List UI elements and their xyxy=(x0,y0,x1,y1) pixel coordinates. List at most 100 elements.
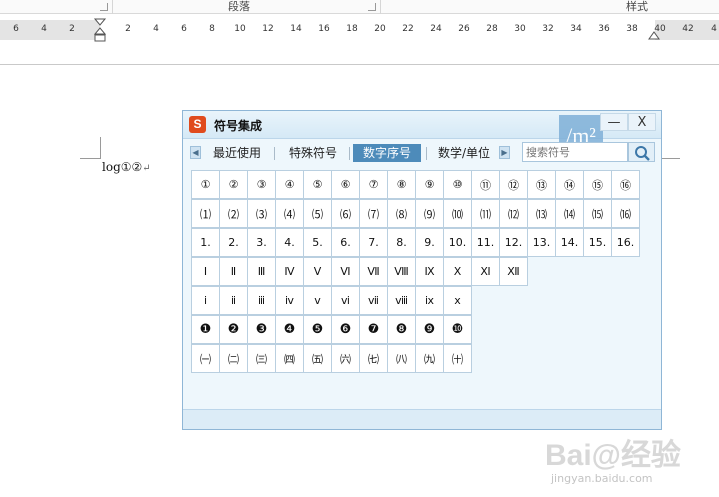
symbol-cell[interactable]: ㈣ xyxy=(275,344,304,373)
symbol-cell[interactable]: ④ xyxy=(275,170,304,199)
symbol-cell[interactable]: ㈦ xyxy=(359,344,388,373)
symbol-cell[interactable]: 2. xyxy=(219,228,248,257)
symbol-cell[interactable]: ㈤ xyxy=(303,344,332,373)
symbol-cell[interactable]: ㈩ xyxy=(443,344,472,373)
symbol-search-input[interactable] xyxy=(522,142,628,162)
document-text[interactable]: log①②↵ xyxy=(102,160,151,174)
symbol-cell[interactable]: ㈥ xyxy=(331,344,360,373)
symbol-cell[interactable]: ❶ xyxy=(191,315,220,344)
symbol-cell[interactable]: ⑿ xyxy=(499,199,528,228)
symbol-cell[interactable]: 7. xyxy=(359,228,388,257)
symbol-cell[interactable]: ⅵ xyxy=(331,286,360,315)
symbol-cell[interactable]: ❺ xyxy=(303,315,332,344)
symbol-cell[interactable]: ⒁ xyxy=(555,199,584,228)
symbol-cell[interactable]: ⅴ xyxy=(303,286,332,315)
symbol-cell[interactable]: Ⅵ xyxy=(331,257,360,286)
symbol-cell[interactable]: ⒂ xyxy=(583,199,612,228)
close-button[interactable]: X xyxy=(628,113,656,131)
font-group-launcher-icon[interactable] xyxy=(100,3,108,11)
symbol-cell[interactable]: ⅲ xyxy=(247,286,276,315)
symbol-cell[interactable]: ㈡ xyxy=(219,344,248,373)
symbol-cell[interactable]: 8. xyxy=(387,228,416,257)
symbol-cell[interactable]: Ⅷ xyxy=(387,257,416,286)
symbol-cell[interactable]: ① xyxy=(191,170,220,199)
symbol-cell[interactable]: ⒃ xyxy=(611,199,640,228)
symbol-cell[interactable]: ⅰ xyxy=(191,286,220,315)
symbol-cell[interactable]: 15. xyxy=(583,228,612,257)
symbol-cell[interactable]: Ⅰ xyxy=(191,257,220,286)
symbol-cell[interactable]: ❾ xyxy=(415,315,444,344)
symbol-cell[interactable]: ㈢ xyxy=(247,344,276,373)
dialog-titlebar[interactable]: S 符号集成 /m² — X xyxy=(183,111,661,157)
symbol-cell[interactable]: ⅳ xyxy=(275,286,304,315)
indent-marker-icon[interactable] xyxy=(94,18,106,44)
symbol-cell[interactable]: ⑩ xyxy=(443,170,472,199)
symbol-cell[interactable]: 16. xyxy=(611,228,640,257)
symbol-cell[interactable]: ⑭ xyxy=(555,170,584,199)
symbol-cell[interactable]: ⑶ xyxy=(247,199,276,228)
tab-special-symbols[interactable]: 特殊符号 xyxy=(281,144,345,162)
symbol-cell[interactable]: ⑻ xyxy=(387,199,416,228)
symbol-cell[interactable]: 10. xyxy=(443,228,472,257)
symbol-cell[interactable]: ⑸ xyxy=(303,199,332,228)
symbol-cell[interactable]: ㈠ xyxy=(191,344,220,373)
symbol-cell[interactable]: ㈧ xyxy=(387,344,416,373)
symbol-cell[interactable]: ❹ xyxy=(275,315,304,344)
symbol-cell[interactable]: ⑹ xyxy=(331,199,360,228)
tab-number-sequence[interactable]: 数字序号 xyxy=(353,144,421,162)
symbol-cell[interactable]: ⑧ xyxy=(387,170,416,199)
symbol-cell[interactable]: 11. xyxy=(471,228,500,257)
symbol-cell[interactable]: ⅸ xyxy=(415,286,444,315)
symbol-cell[interactable]: ⑵ xyxy=(219,199,248,228)
symbol-cell[interactable]: Ⅺ xyxy=(471,257,500,286)
symbol-cell[interactable]: Ⅸ xyxy=(415,257,444,286)
symbol-cell[interactable]: ⑺ xyxy=(359,199,388,228)
symbol-cell[interactable]: ⑨ xyxy=(415,170,444,199)
tab-scroll-right-icon[interactable]: ▶ xyxy=(499,146,510,159)
paragraph-group-launcher-icon[interactable] xyxy=(368,3,376,11)
symbol-cell[interactable]: Ⅳ xyxy=(275,257,304,286)
symbol-cell[interactable]: ⅹ xyxy=(443,286,472,315)
symbol-cell[interactable]: ❼ xyxy=(359,315,388,344)
tab-math-units[interactable]: 数学/单位 xyxy=(431,144,497,162)
symbol-cell[interactable]: ⑫ xyxy=(499,170,528,199)
symbol-cell[interactable]: ⑦ xyxy=(359,170,388,199)
symbol-cell[interactable]: ⅷ xyxy=(387,286,416,315)
symbol-cell[interactable]: 5. xyxy=(303,228,332,257)
symbol-cell[interactable]: Ⅴ xyxy=(303,257,332,286)
symbol-cell[interactable]: ③ xyxy=(247,170,276,199)
symbol-cell[interactable]: ❽ xyxy=(387,315,416,344)
symbol-cell[interactable]: 4. xyxy=(275,228,304,257)
symbol-cell[interactable]: ⒀ xyxy=(527,199,556,228)
symbol-cell[interactable]: ❸ xyxy=(247,315,276,344)
symbol-cell[interactable]: ⅶ xyxy=(359,286,388,315)
symbol-cell[interactable]: ❻ xyxy=(331,315,360,344)
symbol-cell[interactable]: Ⅱ xyxy=(219,257,248,286)
symbol-cell[interactable]: 9. xyxy=(415,228,444,257)
symbol-cell[interactable]: ❿ xyxy=(443,315,472,344)
minimize-button[interactable]: — xyxy=(600,113,628,131)
symbol-cell[interactable]: 12. xyxy=(499,228,528,257)
symbol-cell[interactable]: ⑥ xyxy=(331,170,360,199)
symbol-cell[interactable]: Ⅲ xyxy=(247,257,276,286)
tab-scroll-left-icon[interactable]: ◀ xyxy=(190,146,201,159)
horizontal-ruler[interactable]: 6 4 2 2 4 6 8 10 12 14 16 18 20 22 24 26 28 30 32 34 36 38 40 4… xyxy=(0,18,719,42)
symbol-cell[interactable]: 6. xyxy=(331,228,360,257)
symbol-cell[interactable]: ② xyxy=(219,170,248,199)
symbol-cell[interactable]: 14. xyxy=(555,228,584,257)
symbol-cell[interactable]: ⑪ xyxy=(471,170,500,199)
symbol-cell[interactable]: ⑬ xyxy=(527,170,556,199)
symbol-cell[interactable]: ⑴ xyxy=(191,199,220,228)
symbol-cell[interactable]: ⑽ xyxy=(443,199,472,228)
symbol-cell[interactable]: ⑾ xyxy=(471,199,500,228)
symbol-cell[interactable]: 13. xyxy=(527,228,556,257)
symbol-cell[interactable]: ⑼ xyxy=(415,199,444,228)
symbol-cell[interactable]: ㈨ xyxy=(415,344,444,373)
symbol-cell[interactable]: Ⅻ xyxy=(499,257,528,286)
symbol-cell[interactable]: 3. xyxy=(247,228,276,257)
symbol-cell[interactable]: ⑯ xyxy=(611,170,640,199)
symbol-cell[interactable]: ❷ xyxy=(219,315,248,344)
symbol-cell[interactable]: ⑷ xyxy=(275,199,304,228)
tab-recent[interactable]: 最近使用 xyxy=(207,144,267,162)
symbol-cell[interactable]: Ⅶ xyxy=(359,257,388,286)
